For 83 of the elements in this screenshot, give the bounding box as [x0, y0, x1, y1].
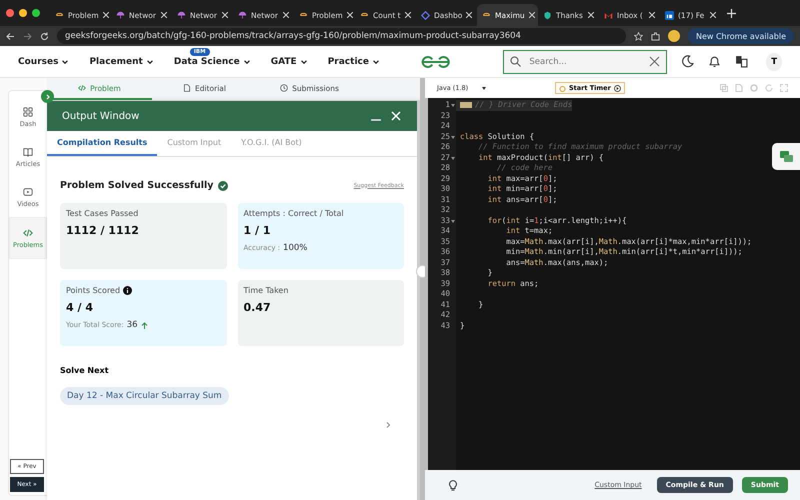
- close-icon[interactable]: [405, 12, 411, 18]
- stat-label: Test Cases Passed: [66, 209, 138, 218]
- clock-icon: [280, 84, 288, 92]
- forward-icon[interactable]: [23, 32, 32, 40]
- stat-value: 4 / 4: [66, 301, 94, 314]
- fold-icon[interactable]: [451, 136, 455, 138]
- code-icon: [23, 228, 33, 238]
- umbrella-icon: [238, 10, 247, 20]
- chevron-down-icon: [61, 58, 70, 66]
- stat-label: Attempts : Correct / Total: [244, 209, 344, 218]
- window-title: Output Window: [62, 110, 140, 122]
- umbrella-icon: [116, 10, 125, 20]
- reload-icon[interactable]: [40, 32, 49, 40]
- fold-icon[interactable]: [451, 156, 455, 160]
- chevron-down-icon: [300, 58, 308, 66]
- close-icon[interactable]: [161, 12, 167, 18]
- back-icon[interactable]: [6, 32, 15, 40]
- update-button[interactable]: New Chrome available: [688, 28, 794, 44]
- output-tab[interactable]: Compilation Results: [47, 131, 158, 156]
- close-window-dot[interactable]: [6, 9, 14, 17]
- maximize-window-dot[interactable]: [32, 9, 40, 17]
- close-icon[interactable]: [528, 12, 535, 18]
- profile-avatar[interactable]: [668, 30, 680, 42]
- chevron-down-icon: [372, 58, 380, 66]
- nav-menu[interactable]: Practice: [328, 56, 380, 66]
- close-icon[interactable]: [102, 12, 109, 18]
- moon-icon[interactable]: [681, 55, 694, 68]
- stat-sub-value: 36: [126, 320, 138, 330]
- stat-value: 1112 / 1112: [66, 224, 140, 237]
- address-bar[interactable]: geeksforgeeks.org/batch/gfg-160-problems/track/arrays-gfg-160/problem/maximum-product-subarray3604: [57, 28, 626, 44]
- star-icon[interactable]: [634, 32, 643, 40]
- close-icon[interactable]: [283, 12, 289, 18]
- minimize-window-dot[interactable]: [19, 9, 27, 17]
- translate-icon[interactable]: [735, 55, 748, 68]
- network-icon: [665, 10, 674, 20]
- status-message: Problem Solved Successfully: [60, 180, 214, 191]
- stat-value: 1 / 1: [244, 224, 272, 237]
- user-avatar[interactable]: T: [766, 52, 782, 70]
- grid-icon: [23, 106, 33, 116]
- document-icon: [183, 84, 192, 92]
- search-field[interactable]: Search...: [527, 56, 644, 68]
- extensions-icon[interactable]: [650, 32, 660, 40]
- close-icon[interactable]: [710, 12, 716, 18]
- clear-icon[interactable]: [649, 56, 660, 67]
- close-icon[interactable]: [466, 12, 472, 18]
- chevron-right-icon: [44, 94, 50, 100]
- info-icon[interactable]: [123, 286, 132, 295]
- stat-label: Points Scored: [66, 286, 120, 295]
- diamond-icon: [421, 10, 430, 20]
- chevron-down-icon: [242, 58, 251, 66]
- chat-icon: [780, 150, 792, 162]
- fold-marker[interactable]: [460, 102, 472, 108]
- video-icon: [23, 186, 33, 196]
- next-problem-chip[interactable]: Day 12 - Max Circular Subarray Sum: [60, 387, 229, 405]
- bell-icon[interactable]: [708, 55, 722, 68]
- stat-sub-value: 100%: [283, 243, 308, 253]
- nav-menu[interactable]: GATE: [270, 56, 308, 66]
- section-heading: Solve Next: [60, 366, 110, 375]
- umbrella-icon: [177, 10, 186, 20]
- timer-icon: [559, 84, 566, 92]
- nav-menu[interactable]: Courses: [18, 56, 70, 66]
- fold-icon[interactable]: [451, 220, 455, 222]
- close-icon[interactable]: [588, 12, 594, 18]
- stat-value: 0.47: [244, 301, 272, 314]
- fold-icon[interactable]: [451, 104, 455, 107]
- nav-menu[interactable]: Placement: [89, 56, 154, 66]
- code-icon: [78, 84, 86, 92]
- mail-icon: [604, 10, 613, 20]
- close-icon[interactable]: [649, 12, 655, 18]
- book-icon: [23, 146, 33, 156]
- check-icon: [218, 180, 228, 190]
- chat-button[interactable]: [772, 143, 800, 170]
- lightbulb-icon[interactable]: [447, 479, 459, 491]
- stat-label: Time Taken: [244, 286, 288, 295]
- search-icon: [510, 56, 522, 67]
- caret-icon: [482, 86, 486, 90]
- chevron-down-icon: [146, 58, 154, 66]
- close-icon[interactable]: [222, 12, 228, 18]
- search-box[interactable]: Search...: [503, 50, 668, 74]
- new-tab-icon[interactable]: [727, 8, 736, 18]
- shield-icon: [543, 10, 552, 20]
- close-icon[interactable]: [346, 12, 353, 18]
- play-icon: [614, 84, 621, 92]
